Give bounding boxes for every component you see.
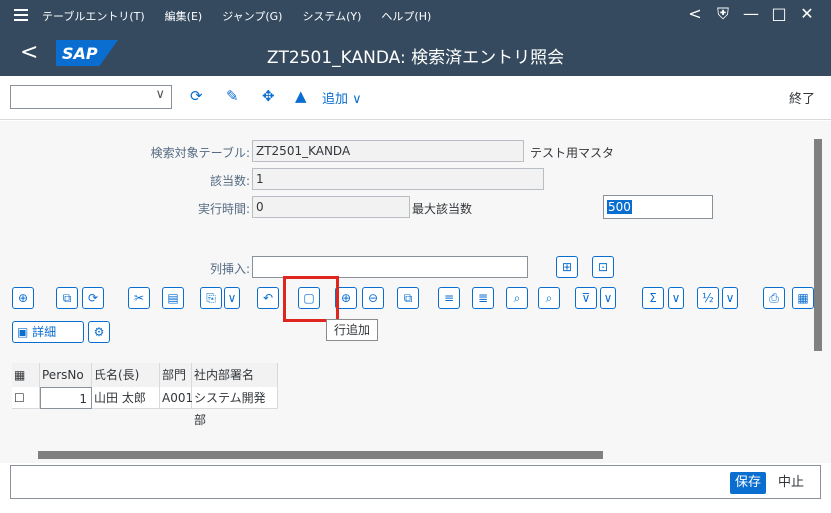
hamburger-menu-icon[interactable] <box>14 9 28 23</box>
detail-button[interactable]: ▣ 詳細 <box>12 321 84 343</box>
chevron-down-icon[interactable]: ∨ <box>155 87 165 102</box>
paste-icon[interactable]: ⎘ <box>200 287 222 309</box>
exit-button[interactable]: 終了 <box>789 88 815 107</box>
hits-field: 1 <box>252 168 544 190</box>
deptname-cell[interactable]: システム開発部 <box>192 387 278 427</box>
column-header[interactable]: 部門 <box>160 363 192 387</box>
hierarchy-icon[interactable]: ✥ <box>262 87 275 105</box>
search-icon[interactable]: ⌕ <box>506 287 528 309</box>
list-icon[interactable]: ≣ <box>472 287 494 309</box>
insert-column-button[interactable]: ⊞ <box>556 256 578 278</box>
content-area: 検索対象テーブル: ZT2501_KANDA テスト用マスタ 該当数: 1 実行… <box>0 121 831 463</box>
wrench-icon[interactable]: ✎ <box>226 87 239 105</box>
undo-icon[interactable]: ↶ <box>257 287 279 309</box>
runtime-field: 0 <box>252 196 410 218</box>
copy-text-icon[interactable]: ▤ <box>162 287 184 309</box>
minimize-icon[interactable]: — <box>737 4 765 24</box>
cut-icon[interactable]: ✂ <box>128 287 150 309</box>
chevron-down-icon[interactable]: ∨ <box>224 287 240 309</box>
status-bar: 保存 中止 <box>10 465 821 499</box>
copy-icon[interactable]: ⧉ <box>56 287 78 309</box>
duplicate-row-icon[interactable]: ⧉ <box>397 287 419 309</box>
page-title: ZT2501_KANDA: 検索済エントリ照会 <box>266 48 565 68</box>
sum-icon[interactable]: Σ <box>642 287 664 309</box>
close-icon[interactable]: ✕ <box>793 4 821 24</box>
remove-circle-icon[interactable]: ⊖ <box>362 287 384 309</box>
tooltip: 行追加 <box>326 319 378 341</box>
max-hits-label: 最大該当数 <box>412 202 473 216</box>
refresh-icon[interactable]: ⟳ <box>82 287 104 309</box>
highlight-box <box>283 276 339 322</box>
refresh-icon[interactable]: ⟳ <box>190 87 203 105</box>
save-button[interactable]: 保存 <box>730 472 766 494</box>
command-field[interactable]: ∨ <box>10 85 172 109</box>
select-all-icon[interactable]: ▦ <box>12 363 40 387</box>
export-button[interactable]: ⊡ <box>592 256 614 278</box>
triangle-icon[interactable]: ▲ <box>295 87 307 105</box>
chevron-left-icon[interactable]: < <box>681 4 709 24</box>
menu-bar: テーブルエントリ(T) 編集(E) ジャンプ(G) システム(Y) ヘルプ(H)… <box>0 0 831 32</box>
hits-label: 該当数: <box>209 174 250 188</box>
chevron-down-icon[interactable]: ∨ <box>722 287 738 309</box>
column-header[interactable]: 社内部署名 <box>192 363 278 387</box>
lock-icon[interactable]: ⛨ <box>709 4 737 24</box>
zoom-icon[interactable]: ⊕ <box>12 287 34 309</box>
settings-icon[interactable]: ⚙ <box>88 321 110 343</box>
search-plus-icon[interactable]: ⌕ <box>538 287 560 309</box>
chevron-down-icon[interactable]: ∨ <box>668 287 684 309</box>
insert-column-label: 列挿入: <box>209 262 250 276</box>
export-icon[interactable]: ▦ <box>792 287 814 309</box>
name-cell[interactable]: 山田 太郎 <box>92 387 160 409</box>
chevron-down-icon[interactable]: ∨ <box>600 287 616 309</box>
insert-column-field[interactable] <box>252 256 528 278</box>
maximize-icon[interactable]: □ <box>765 4 793 24</box>
table-label: 検索対象テーブル: <box>150 146 250 160</box>
dept-cell[interactable]: A001 <box>160 387 193 409</box>
vertical-scrollbar[interactable] <box>814 129 822 351</box>
table-name-field: ZT2501_KANDA <box>252 140 524 162</box>
subtotal-icon[interactable]: ½ <box>697 287 719 309</box>
menu-edit[interactable]: 編集(E) <box>165 8 203 24</box>
menu-jump[interactable]: ジャンプ(G) <box>222 8 282 24</box>
menu-table-entry[interactable]: テーブルエントリ(T) <box>42 8 145 24</box>
add-menu[interactable]: 追加 ∨ <box>322 88 362 107</box>
toolbar: ∨ ⟳ ✎ ✥ ▲ 追加 ∨ 終了 <box>0 76 831 120</box>
print-icon[interactable]: ⎙ <box>763 287 785 309</box>
horizontal-scrollbar[interactable] <box>0 448 831 462</box>
max-hits-field[interactable]: 500 <box>603 195 713 219</box>
column-header[interactable]: PersNo <box>40 363 92 387</box>
menu-help[interactable]: ヘルプ(H) <box>381 8 431 24</box>
table-description: テスト用マスタ <box>530 146 615 160</box>
align-icon[interactable]: ≡ <box>438 287 460 309</box>
persno-cell[interactable]: 1 <box>40 387 92 409</box>
cancel-button[interactable]: 中止 <box>778 472 804 494</box>
column-header[interactable]: 氏名(長) <box>92 363 160 387</box>
menu-system[interactable]: システム(Y) <box>302 8 361 24</box>
title-bar: < SAP ZT2501_KANDA: 検索済エントリ照会 <box>0 32 831 76</box>
filter-icon[interactable]: ⊽ <box>575 287 597 309</box>
row-select-checkbox[interactable]: ☐ <box>12 387 40 409</box>
runtime-label: 実行時間: <box>197 202 250 216</box>
